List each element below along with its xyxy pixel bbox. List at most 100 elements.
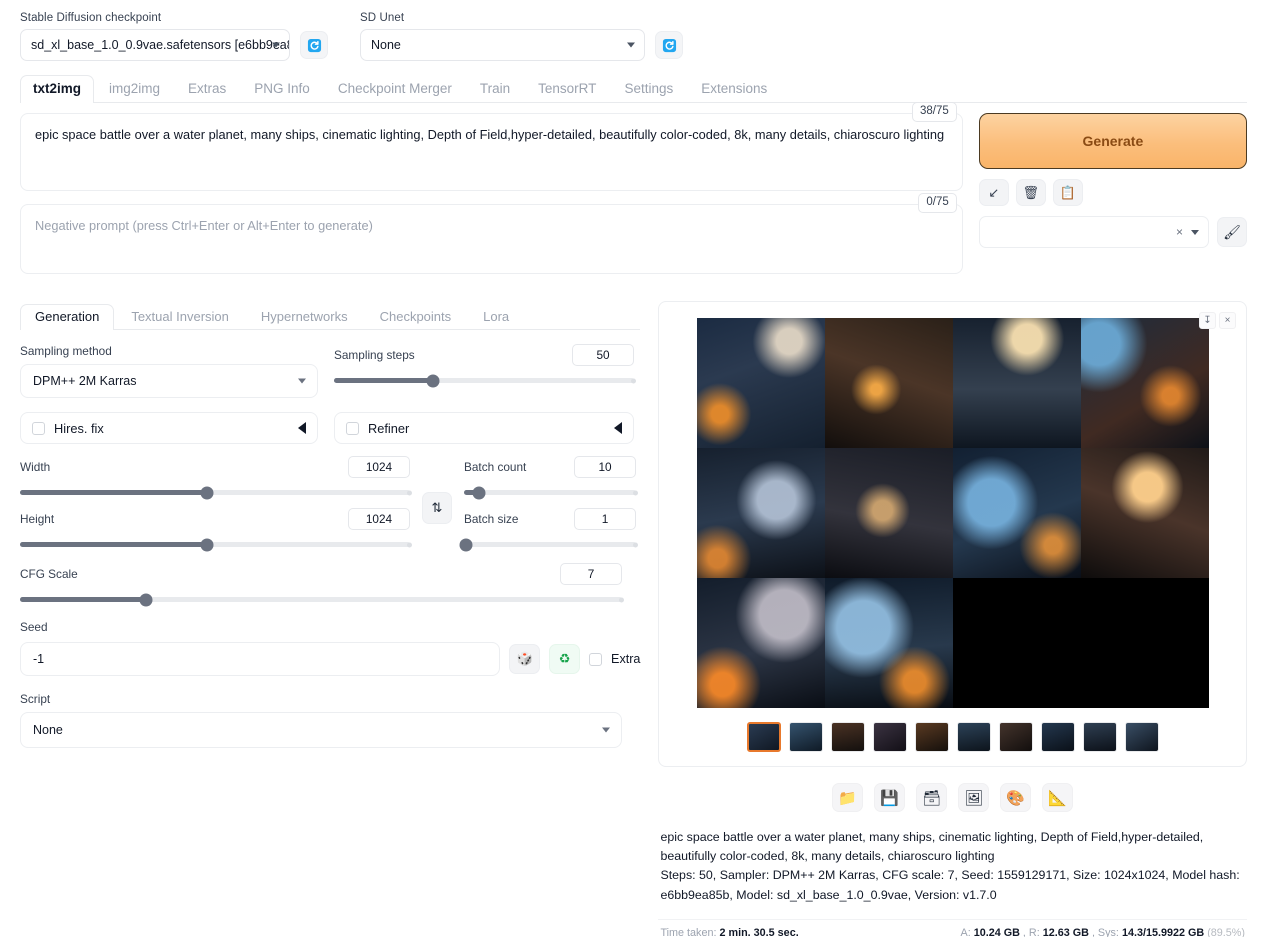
batch-size-slider[interactable] xyxy=(459,538,638,551)
hires-fix-accordion[interactable]: Hires. fix xyxy=(20,412,318,444)
slider-knob[interactable] xyxy=(472,486,486,499)
chevron-left-icon[interactable] xyxy=(614,422,622,434)
positive-prompt-input[interactable] xyxy=(20,113,963,191)
grid-cell[interactable] xyxy=(824,318,953,448)
subtab-textual-inversion[interactable]: Textual Inversion xyxy=(116,304,244,330)
chevron-left-icon[interactable] xyxy=(298,422,306,434)
refiner-label: Refiner xyxy=(368,420,410,436)
slider-knob[interactable] xyxy=(426,374,440,387)
cfg-value[interactable]: 7 xyxy=(560,563,622,585)
batch-size-value[interactable]: 1 xyxy=(574,508,636,530)
thumbnail-item[interactable] xyxy=(1124,722,1159,752)
clear-prompt-button[interactable]: 🗑 xyxy=(1015,179,1046,206)
subtab-lora[interactable]: Lora xyxy=(468,304,524,330)
grid-cell[interactable] xyxy=(696,578,825,708)
sampling-steps-slider[interactable] xyxy=(334,374,636,387)
grid-cell[interactable] xyxy=(824,578,953,708)
script-select[interactable]: None xyxy=(20,712,622,748)
trash-icon: 🗑 xyxy=(1022,184,1040,200)
refresh-unet-button[interactable] xyxy=(655,31,683,59)
grid-cell[interactable] xyxy=(1080,448,1209,578)
random-seed-button[interactable]: 🎲 xyxy=(509,644,541,674)
download-image-button[interactable]: ↧ xyxy=(1199,312,1216,329)
clear-styles-icon[interactable]: × xyxy=(1176,225,1183,239)
hires-fix-checkbox[interactable] xyxy=(32,421,45,435)
tab-tensorrt[interactable]: TensorRT xyxy=(525,75,609,103)
negative-prompt-input[interactable] xyxy=(20,204,963,274)
restore-progress-button[interactable]: ↙ xyxy=(978,179,1009,206)
edit-styles-button[interactable]: 🖌 xyxy=(1217,217,1247,247)
thumbnail-item[interactable] xyxy=(746,722,781,752)
extra-seed-checkbox[interactable] xyxy=(589,652,603,666)
checkpoint-select[interactable]: sd_xl_base_1.0_0.9vae.safetensors [e6bb9… xyxy=(20,29,290,61)
slider-knob[interactable] xyxy=(200,538,214,551)
subtab-generation[interactable]: Generation xyxy=(20,304,115,330)
time-taken-label: Time taken: xyxy=(660,926,717,937)
tab-extras[interactable]: Extras xyxy=(175,75,239,103)
thumbnail-item[interactable] xyxy=(1082,722,1117,752)
grid-cell[interactable] xyxy=(696,318,825,448)
subtab-checkpoints[interactable]: Checkpoints xyxy=(365,304,467,330)
tab-train[interactable]: Train xyxy=(467,75,523,103)
sampling-method-select[interactable]: DPM++ 2M Karras xyxy=(20,364,318,398)
tab-settings[interactable]: Settings xyxy=(611,75,686,103)
tab-extensions[interactable]: Extensions xyxy=(688,75,780,103)
thumbnail-item[interactable] xyxy=(830,722,865,752)
send-to-inpaint-button[interactable]: 🎨 xyxy=(1000,783,1032,812)
result-image-grid[interactable] xyxy=(696,318,1209,708)
width-value[interactable]: 1024 xyxy=(348,456,410,478)
gallery-tools: ↧ × xyxy=(1199,312,1236,329)
sampling-method-label: Sampling method xyxy=(20,344,112,358)
batch-count-slider[interactable] xyxy=(464,486,638,499)
save-zip-button[interactable]: 🗃 xyxy=(916,783,948,812)
grid-cell[interactable] xyxy=(824,448,953,578)
send-to-extras-button[interactable]: 📐 xyxy=(1042,783,1074,812)
tab-png-info[interactable]: PNG Info xyxy=(241,75,323,103)
refiner-checkbox[interactable] xyxy=(346,421,359,435)
batch-count-label: Batch count xyxy=(464,460,527,474)
width-label: Width xyxy=(20,460,51,474)
cfg-slider[interactable] xyxy=(20,593,624,606)
width-slider[interactable] xyxy=(20,486,412,499)
thumbnail-item[interactable] xyxy=(914,722,949,752)
styles-dropdown[interactable]: × xyxy=(978,216,1209,248)
slider-knob[interactable] xyxy=(139,593,153,606)
tab-img2img[interactable]: img2img xyxy=(96,75,173,103)
unet-select[interactable]: None xyxy=(360,29,645,61)
thumbnail-item[interactable] xyxy=(788,722,823,752)
grid-cell[interactable] xyxy=(952,448,1081,578)
sampling-steps-value[interactable]: 50 xyxy=(572,344,634,366)
subtab-hypernetworks[interactable]: Hypernetworks xyxy=(246,304,363,330)
recycle-icon: ♻ xyxy=(558,651,571,666)
apply-style-button[interactable]: 📋 xyxy=(1052,179,1083,206)
refresh-checkpoint-button[interactable] xyxy=(300,31,328,59)
grid-cell[interactable] xyxy=(952,318,1081,448)
seed-input[interactable]: -1 xyxy=(20,642,501,676)
height-slider[interactable] xyxy=(20,538,412,551)
height-value[interactable]: 1024 xyxy=(348,508,410,530)
generate-button[interactable]: Generate xyxy=(978,113,1247,169)
open-folder-button[interactable]: 📁 xyxy=(832,783,864,812)
negative-token-counter: 0/75 xyxy=(918,193,957,213)
refiner-accordion[interactable]: Refiner xyxy=(334,412,634,444)
tab-checkpoint-merger[interactable]: Checkpoint Merger xyxy=(325,75,465,103)
thumbnail-item[interactable] xyxy=(956,722,991,752)
tab-txt2img[interactable]: txt2img xyxy=(20,75,95,103)
grid-cell[interactable] xyxy=(696,448,825,578)
restore-progress-icon: ↙ xyxy=(988,184,1000,200)
send-to-img2img-button[interactable]: 🖼 xyxy=(958,783,990,812)
close-gallery-button[interactable]: × xyxy=(1219,312,1236,329)
close-icon: × xyxy=(1224,315,1231,326)
slider-knob[interactable] xyxy=(200,486,214,499)
thumbnail-item[interactable] xyxy=(872,722,907,752)
reuse-seed-button[interactable]: ♻ xyxy=(549,644,581,674)
positive-prompt-wrap: 38/75 xyxy=(20,102,963,194)
batch-count-value[interactable]: 10 xyxy=(574,456,636,478)
grid-cell[interactable] xyxy=(1080,318,1209,448)
prompt-column: 38/75 0/75 xyxy=(20,102,963,287)
thumbnail-item[interactable] xyxy=(1040,722,1075,752)
save-button[interactable]: 💾 xyxy=(874,783,906,812)
slider-knob[interactable] xyxy=(459,538,473,551)
swap-dimensions-button[interactable]: ⇅ xyxy=(422,492,452,524)
thumbnail-item[interactable] xyxy=(998,722,1033,752)
